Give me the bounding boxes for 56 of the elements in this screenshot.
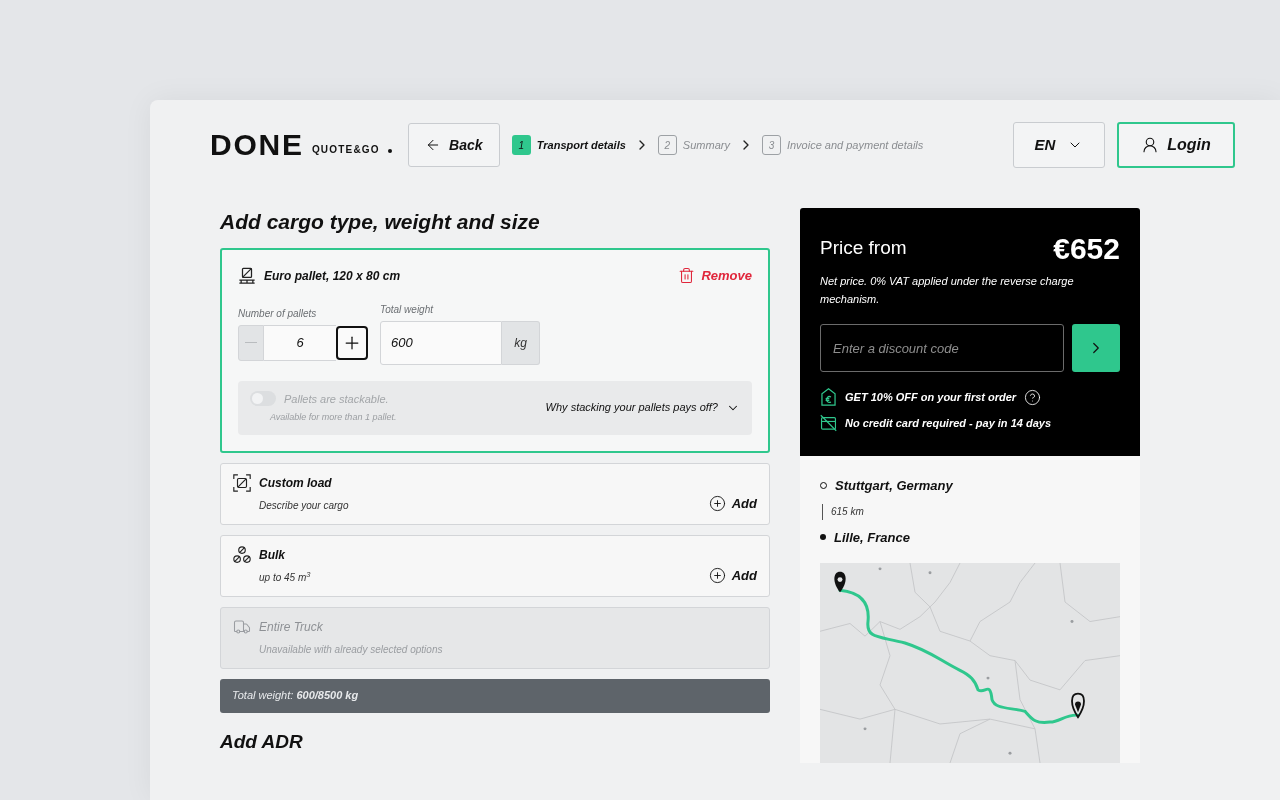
field-label: Total weight bbox=[380, 302, 433, 317]
weight-input-field[interactable]: 600 bbox=[380, 320, 502, 365]
box-in-frame-icon bbox=[233, 473, 251, 492]
circles-icon bbox=[233, 545, 251, 564]
add-button[interactable]: Add bbox=[708, 566, 757, 586]
section-heading: Add ADR bbox=[220, 729, 303, 754]
step-label: Summary bbox=[682, 137, 730, 153]
count-field[interactable]: 6 bbox=[264, 324, 336, 361]
option-title: Bulk bbox=[259, 546, 285, 564]
destination-city: Lille, France bbox=[834, 528, 910, 547]
step-label: Invoice and payment details bbox=[786, 137, 924, 153]
increase-button[interactable] bbox=[336, 325, 368, 360]
add-button[interactable]: Add bbox=[708, 494, 757, 514]
remove-button[interactable]: Remove bbox=[678, 266, 752, 286]
toggle-hint: Available for more than 1 pallet. bbox=[270, 411, 397, 424]
logo-tagline: QUOTE&GO bbox=[311, 143, 380, 157]
pallet-icon bbox=[238, 266, 256, 285]
minus-icon bbox=[245, 342, 257, 343]
field-label: Number of pallets bbox=[238, 306, 317, 321]
vertical-line-icon bbox=[822, 503, 823, 520]
step-badge: 3 bbox=[761, 135, 781, 155]
origin-city: Stuttgart, Germany bbox=[835, 477, 953, 495]
info-toggle-button[interactable]: Why stacking your pallets pays off? bbox=[545, 399, 740, 416]
option-title: Entire Truck bbox=[259, 618, 323, 636]
crossed-card-icon bbox=[820, 414, 837, 432]
discount-code-field[interactable]: Enter a discount code bbox=[820, 324, 1064, 372]
option-title: Custom load bbox=[259, 474, 332, 492]
unit-label: kg bbox=[502, 320, 540, 365]
perk-text: No credit card required - pay in 14 days bbox=[845, 415, 1051, 431]
price-value: €652 bbox=[1053, 230, 1120, 267]
euro-tag-icon bbox=[820, 388, 837, 406]
perk-text: GET 10% OFF on your first order bbox=[845, 389, 1017, 405]
option-subtitle: Unavailable with already selected options bbox=[259, 642, 443, 657]
step-badge: 2 bbox=[657, 135, 677, 155]
plus-circle-icon bbox=[708, 495, 726, 513]
help-icon[interactable] bbox=[1024, 388, 1042, 406]
user-icon bbox=[1141, 136, 1160, 154]
total-weight-text: Total weight: 600/8500 kg bbox=[232, 688, 359, 704]
price-note: Net price. 0% VAT applied under the reverse charge mechanism. bbox=[820, 274, 1075, 307]
section-heading: Add cargo type, weight and size bbox=[220, 209, 540, 235]
login-button[interactable]: Login bbox=[1117, 122, 1235, 168]
option-subtitle: up to 45 m$^{3}$ bbox=[259, 569, 311, 585]
logo: DONE bbox=[210, 130, 304, 160]
truck-icon bbox=[233, 617, 251, 636]
submit-button[interactable] bbox=[1072, 324, 1120, 372]
step-badge: 1 bbox=[511, 135, 531, 155]
distance-text: 615 km bbox=[831, 505, 864, 519]
toggle-label: Pallets are stackable. bbox=[284, 391, 389, 407]
cargo-title: Euro pallet, 120 x 80 cm bbox=[264, 267, 401, 285]
plus-circle-icon bbox=[708, 567, 726, 585]
step-label: Transport details bbox=[536, 137, 626, 153]
language-dropdown[interactable]: EN bbox=[1013, 122, 1105, 168]
option-subtitle: Describe your cargo bbox=[259, 498, 349, 513]
price-label: Price from bbox=[820, 235, 907, 260]
back-button[interactable]: Back bbox=[407, 123, 500, 167]
trash-icon bbox=[678, 267, 696, 285]
